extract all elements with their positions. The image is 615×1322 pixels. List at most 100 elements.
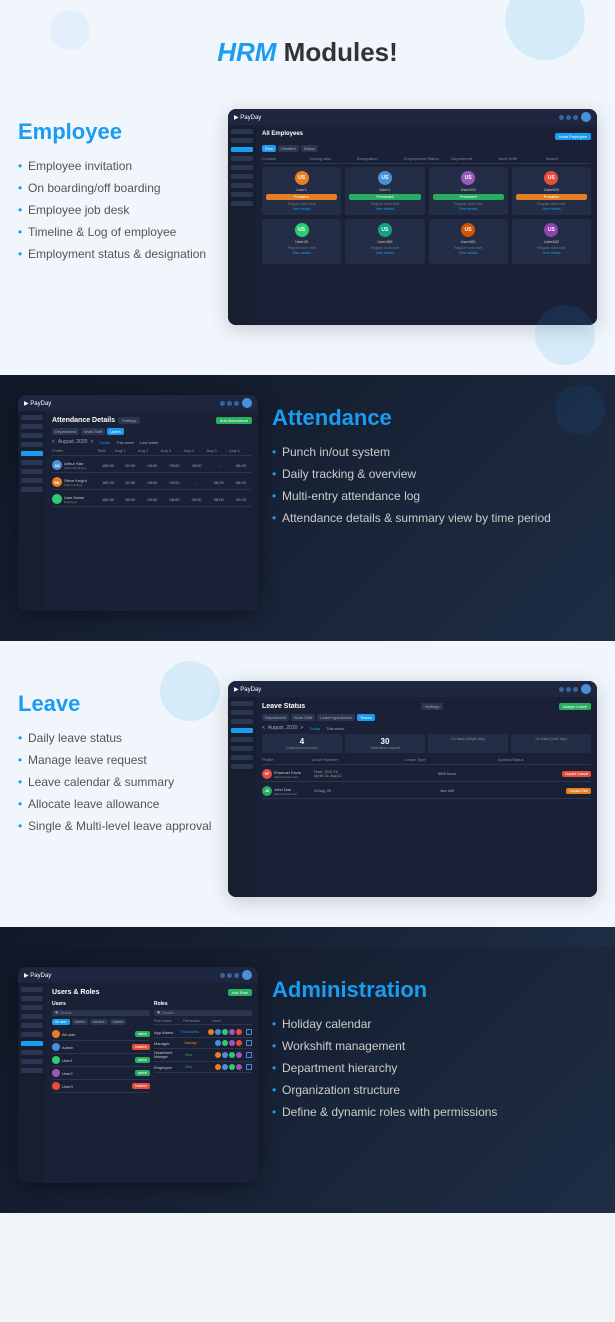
assign-leave-button[interactable]: Assign Leave <box>559 703 591 710</box>
attendance-content: Attendance Details Settings Add Attendan… <box>46 411 258 611</box>
leave-feature-list: Daily leave status Manage leave request … <box>18 731 218 833</box>
feature-item: Organization structure <box>272 1083 597 1097</box>
leave-stats: 4 Employees on leave 30 Total leave requ… <box>262 734 591 753</box>
main-content: All Employees Invite Employee Row Detail… <box>256 125 597 325</box>
sidebar-item <box>231 183 253 188</box>
employee-card: US User485 Regular work shift View detai… <box>345 219 424 264</box>
sidebar-item <box>231 156 253 161</box>
status-badge: active <box>135 1031 150 1037</box>
role-row: Manager Manage <box>154 1038 252 1049</box>
roles-panel: Roles 🔍 Search Role Name Permission User… <box>154 1001 252 1093</box>
leave-section: Leave Daily leave status Manage leave re… <box>0 661 615 927</box>
feature-item: Manage leave request <box>18 753 218 767</box>
month-navigation: < August, 2020 > Today This week Last we… <box>52 439 252 445</box>
leave-filters: Department Work Shift Leave type/Action … <box>262 714 591 721</box>
sidebar <box>228 697 256 897</box>
sidebar-item <box>231 201 253 206</box>
feature-item: Employment status & designation <box>18 247 218 261</box>
feature-item: On boarding/off boarding <box>18 181 218 195</box>
sidebar <box>228 125 256 325</box>
administration-screenshot: ▶ PayDay <box>18 967 258 1183</box>
leave-row: JD John Doe Main Department 19 Aug, 25 4… <box>262 784 591 799</box>
employee-cards: US User1 Probation Regular work shift Vi… <box>262 167 591 215</box>
feature-item: Attendance details & summary view by tim… <box>272 511 597 525</box>
tab-filters: Row Detailed Salary <box>262 145 591 152</box>
user-row: All user active <box>52 1028 150 1041</box>
filter-salary[interactable]: Salary <box>301 145 318 152</box>
sidebar-item-attendance <box>21 451 43 456</box>
invite-button[interactable]: Invite Employee <box>555 133 591 140</box>
feature-item: Employee invitation <box>18 159 218 173</box>
leave-row: EF Emanuel Favre Sales Department From: … <box>262 767 591 782</box>
leave-content: Leave Status Settings Assign Leave Depar… <box>256 697 597 897</box>
employee-feature-list: Employee invitation On boarding/off boar… <box>18 159 218 261</box>
employee-heading: Employee <box>18 119 218 145</box>
user-avatar <box>581 684 591 694</box>
attendance-heading: Attendance <box>272 405 597 431</box>
user-row: Admin inactive <box>52 1041 150 1054</box>
add-attendance-button[interactable]: Add Attendance <box>216 417 252 424</box>
user-search[interactable]: 🔍 Search <box>52 1010 150 1016</box>
sidebar-item <box>231 129 253 134</box>
settings-button[interactable]: Settings <box>421 703 443 710</box>
user-avatar <box>242 970 252 980</box>
sidebar <box>18 983 46 1183</box>
month-navigation: < August, 2020 > Today This week <box>262 725 591 731</box>
app-logo: ▶ PayDay <box>24 400 51 407</box>
feature-item: Allocate leave allowance <box>18 797 218 811</box>
filter-detailed[interactable]: Detailed <box>278 145 299 152</box>
attendance-screenshot: ▶ PayDay <box>18 395 258 611</box>
status-badge: active <box>135 1070 150 1076</box>
leave-screenshot: ▶ PayDay <box>228 681 597 897</box>
feature-item: Daily tracking & overview <box>272 467 597 481</box>
sidebar-item <box>231 138 253 143</box>
administration-text-block: Administration Holiday calendar Workshif… <box>272 967 597 1127</box>
feature-item: Define & dynamic roles with permissions <box>272 1105 597 1119</box>
attendance-row: User Name Employee 184:00 08:00 09:00 08… <box>52 492 252 507</box>
attendance-text-block: Attendance Punch in/out system Daily tra… <box>272 395 597 533</box>
app-logo: ▶ PayDay <box>24 972 51 979</box>
attendance-section: ▶ PayDay <box>0 375 615 641</box>
add-role-button[interactable]: Add Role <box>228 989 252 996</box>
employee-text-block: Employee Employee invitation On boarding… <box>18 109 218 269</box>
employee-card: US User43 Regular work shift View detail… <box>262 219 341 264</box>
user-row: User3 inactive <box>52 1080 150 1093</box>
status-badge: inactive <box>132 1083 150 1089</box>
sidebar-item-employee <box>231 147 253 152</box>
sidebar-item <box>231 174 253 179</box>
employee-card: US User1 Probation Regular work shift Vi… <box>262 167 341 215</box>
table-header: Created Joining date Designation Employm… <box>262 156 591 164</box>
filter-row[interactable]: Row <box>262 145 276 152</box>
sidebar-item <box>231 192 253 197</box>
sidebar-item-administration <box>21 1041 43 1046</box>
user-avatar <box>242 398 252 408</box>
employee-cards-row2: US User43 Regular work shift View detail… <box>262 219 591 264</box>
status-badge: active <box>135 1057 150 1063</box>
role-row: App Admin Full Access <box>154 1027 252 1038</box>
role-search[interactable]: 🔍 Search <box>154 1010 252 1016</box>
app-logo: ▶ PayDay <box>234 114 261 121</box>
user-row: User1 active <box>52 1054 150 1067</box>
users-panel: Users 🔍 Search All user Admin Inactive I… <box>52 1001 150 1093</box>
administration-feature-list: Holiday calendar Workshift management De… <box>272 1017 597 1119</box>
employee-card: US User482 Regular work shift View detai… <box>512 219 591 264</box>
attendance-row: SK Steve Knight Admin & Emp 185:00 09:00… <box>52 475 252 490</box>
administration-section: ▶ PayDay <box>0 947 615 1213</box>
employee-card: US User400 Probation Regular work shift … <box>512 167 591 215</box>
feature-item: Daily leave status <box>18 731 218 745</box>
feature-item: Punch in/out system <box>272 445 597 459</box>
employee-card: US User1 Permanent Regular work shift Vi… <box>345 167 424 215</box>
employee-card: US User100 Permanent Regular work shift … <box>429 167 508 215</box>
role-row: Employee View <box>154 1062 252 1073</box>
employee-section: Employee Employee invitation On boarding… <box>0 89 615 355</box>
attendance-row: AS Arthur Star Admin Employee 185:00 09:… <box>52 458 252 473</box>
employee-card: US User481 Regular work shift View detai… <box>429 219 508 264</box>
settings-button[interactable]: Settings <box>118 417 140 424</box>
user-avatar <box>581 112 591 122</box>
status-badge: inactive <box>132 1044 150 1050</box>
feature-item: Department hierarchy <box>272 1061 597 1075</box>
admin-content: Users & Roles Add Role Users 🔍 Search <box>46 983 258 1183</box>
attendance-feature-list: Punch in/out system Daily tracking & ove… <box>272 445 597 525</box>
sidebar-item-leave <box>231 728 253 733</box>
feature-item: Multi-entry attendance log <box>272 489 597 503</box>
